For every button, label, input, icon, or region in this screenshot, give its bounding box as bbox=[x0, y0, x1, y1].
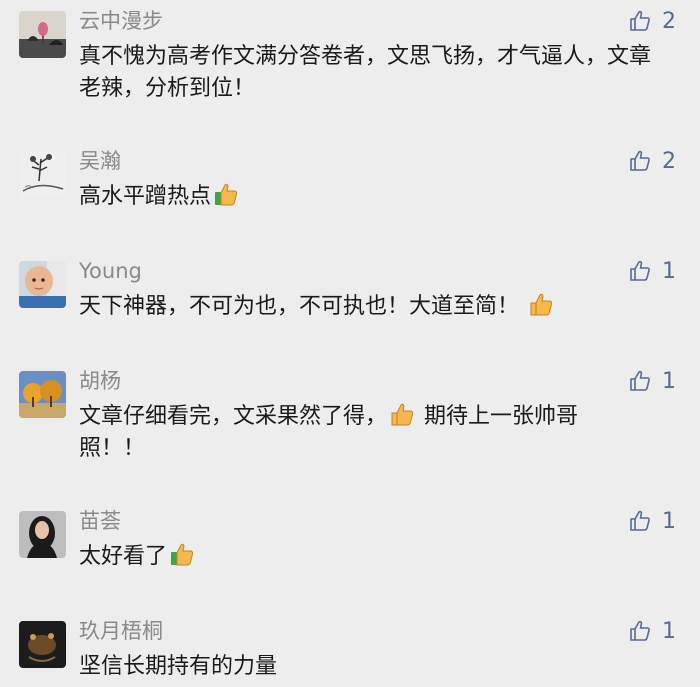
ink-landscape-avatar-icon bbox=[19, 151, 66, 198]
thumbs-up-icon bbox=[630, 260, 650, 281]
avatar[interactable] bbox=[19, 371, 66, 418]
like-button[interactable]: 2 bbox=[628, 6, 676, 36]
ink-lotus-avatar-icon bbox=[19, 11, 66, 58]
comment-text-segment: 太好看了 bbox=[79, 544, 168, 569]
thumbs-up-emoji-icon bbox=[391, 403, 414, 426]
like-count: 2 bbox=[662, 8, 676, 34]
baby-photo-avatar-icon bbox=[19, 261, 66, 308]
comment-text-segment: 真不愧为高考作文满分答卷者，文思飞扬，才气逼人，文章老辣，分析到位！ bbox=[79, 44, 652, 101]
avatar[interactable] bbox=[19, 621, 66, 668]
thumbs-up-icon bbox=[630, 150, 650, 171]
comment-text: 太好看了 bbox=[79, 541, 669, 573]
comment-text-segment: 坚信长期持有的力量 bbox=[79, 654, 278, 679]
comment-author[interactable]: 云中漫步 bbox=[79, 6, 163, 36]
thumbs-up-icon bbox=[630, 370, 650, 391]
thumbs-up-emoji-icon bbox=[530, 293, 553, 316]
comment-text-segment: 文章仔细看完，文采果然了得， bbox=[79, 404, 388, 429]
comment-item: 胡杨 1 文章仔细看完，文采果然了得， 期待上一张帅哥照！！ bbox=[0, 360, 700, 500]
avatar[interactable] bbox=[19, 151, 66, 198]
thumbs-up-icon bbox=[630, 510, 650, 531]
comment-author[interactable]: 胡杨 bbox=[79, 366, 121, 396]
like-button[interactable]: 1 bbox=[628, 506, 676, 536]
comment-author[interactable]: 吴瀚 bbox=[79, 146, 121, 176]
comment-author[interactable]: 苗荟 bbox=[79, 506, 121, 536]
comment-list: 云中漫步 2 真不愧为高考作文满分答卷者，文思飞扬，才气逼人，文章老辣，分析到位… bbox=[0, 0, 700, 687]
woman-portrait-avatar-icon bbox=[19, 511, 66, 558]
like-button[interactable]: 1 bbox=[628, 616, 676, 646]
desert-trees-avatar-icon bbox=[19, 371, 66, 418]
comment-text: 真不愧为高考作文满分答卷者，文思飞扬，才气逼人，文章老辣，分析到位！ bbox=[79, 41, 669, 105]
avatar[interactable] bbox=[19, 261, 66, 308]
like-count: 1 bbox=[662, 618, 676, 644]
thumbs-up-icon bbox=[630, 10, 650, 31]
like-count: 1 bbox=[662, 258, 676, 284]
comment-text: 天下神器，不可为也，不可执也！大道至简！ bbox=[79, 291, 669, 323]
comment-item: 苗荟 1 太好看了 bbox=[0, 500, 700, 610]
comment-item: 云中漫步 2 真不愧为高考作文满分答卷者，文思飞扬，才气逼人，文章老辣，分析到位… bbox=[0, 0, 700, 140]
thumbs-up-emoji-icon bbox=[171, 543, 194, 566]
like-button[interactable]: 2 bbox=[628, 146, 676, 176]
comment-text-segment: 高水平蹭热点 bbox=[79, 184, 212, 209]
avatar[interactable] bbox=[19, 511, 66, 558]
comment-item: Young 1 天下神器，不可为也，不可执也！大道至简！ bbox=[0, 250, 700, 360]
comment-text-segment: 天下神器，不可为也，不可执也！大道至简！ bbox=[79, 294, 520, 319]
like-count: 1 bbox=[662, 508, 676, 534]
like-button[interactable]: 1 bbox=[628, 256, 676, 286]
comment-text: 高水平蹭热点 bbox=[79, 181, 669, 213]
like-count: 1 bbox=[662, 368, 676, 394]
thumbs-up-emoji-icon bbox=[215, 183, 238, 206]
dark-photo-avatar-icon bbox=[19, 621, 66, 668]
like-count: 2 bbox=[662, 148, 676, 174]
avatar[interactable] bbox=[19, 11, 66, 58]
like-button[interactable]: 1 bbox=[628, 366, 676, 396]
comment-text: 坚信长期持有的力量 bbox=[79, 651, 669, 683]
comment-item: 吴瀚 2 高水平蹭热点 bbox=[0, 140, 700, 250]
comment-item: 玖月梧桐 1 坚信长期持有的力量 bbox=[0, 610, 700, 687]
comment-author[interactable]: 玖月梧桐 bbox=[79, 616, 163, 646]
comment-text: 文章仔细看完，文采果然了得， 期待上一张帅哥照！！ bbox=[79, 401, 639, 465]
comment-author[interactable]: Young bbox=[79, 256, 142, 286]
thumbs-up-icon bbox=[630, 620, 650, 641]
